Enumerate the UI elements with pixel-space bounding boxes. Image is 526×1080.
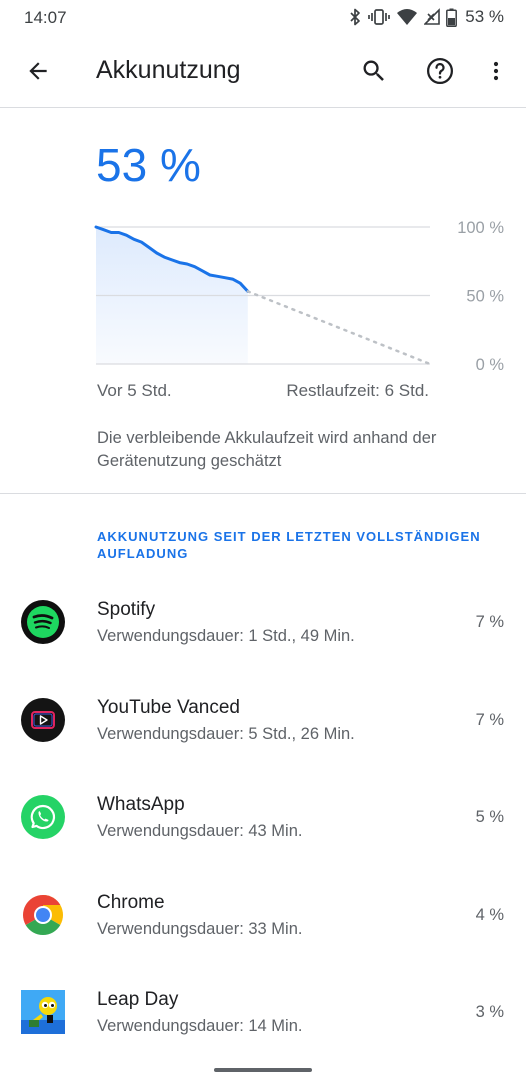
status-bar: 14:07 53 % [0, 0, 526, 34]
help-icon [427, 58, 453, 84]
chart-start-label: Vor 5 Std. [97, 381, 172, 400]
app-name: Leap Day [97, 989, 179, 1010]
spotify-icon [21, 600, 65, 644]
back-arrow-icon [29, 62, 47, 80]
app-usage-percent: 5 % [475, 808, 504, 826]
app-row-spotify[interactable]: Spotify Verwendungsdauer: 1 Std., 49 Min… [0, 574, 526, 672]
battery-usage-chart: 100 % 50 % 0 % [94, 219, 505, 374]
y-tick-label: 0 % [476, 356, 505, 374]
app-usage-percent: 7 % [475, 613, 504, 631]
status-icons: 53 % [348, 7, 504, 27]
battery-icon [446, 8, 458, 27]
search-icon [363, 60, 384, 81]
app-row-youtube-vanced[interactable]: YouTube Vanced Verwendungsdauer: 5 Std.,… [0, 672, 526, 770]
divider [0, 493, 526, 494]
chart-remaining-label: Restlaufzeit: 6 Std. [286, 381, 429, 400]
estimate-note: Die verbleibende Akkulaufzeit wird anhan… [97, 429, 437, 470]
back-button[interactable] [14, 47, 62, 95]
wifi-icon [397, 9, 418, 25]
app-row-chrome[interactable]: Chrome Verwendungsdauer: 33 Min. 4 % [0, 867, 526, 965]
more-vert-icon [493, 61, 499, 81]
app-usage-time: Verwendungsdauer: 14 Min. [97, 1017, 303, 1035]
status-battery-percent: 53 % [465, 7, 504, 26]
more-options-button[interactable] [472, 47, 520, 95]
app-usage-time: Verwendungsdauer: 1 Std., 49 Min. [97, 627, 355, 645]
page-title: Akkunutzung [96, 56, 241, 84]
no-signal-icon [424, 8, 441, 25]
app-name: Chrome [97, 891, 165, 913]
app-usage-time: Verwendungsdauer: 5 Std., 26 Min. [97, 724, 355, 743]
y-tick-label: 50 % [466, 288, 504, 306]
app-usage-percent: 4 % [475, 905, 504, 924]
battery-level: 53 % [96, 139, 201, 191]
app-usage-list: Spotify Verwendungsdauer: 1 Std., 49 Min… [0, 574, 526, 1062]
help-button[interactable] [416, 47, 464, 95]
gesture-navigation-bar[interactable] [214, 1068, 312, 1072]
app-row-whatsapp[interactable]: WhatsApp Verwendungsdauer: 43 Min. 5 % [0, 769, 526, 867]
app-name: Spotify [97, 599, 156, 620]
chrome-icon [21, 893, 65, 937]
app-usage-percent: 3 % [475, 1003, 504, 1021]
whatsapp-icon [21, 795, 65, 839]
app-usage-time: Verwendungsdauer: 33 Min. [97, 919, 303, 938]
section-header: Akkunutzung seit der letzten vollständig… [97, 529, 481, 561]
leap-day-icon [21, 990, 65, 1034]
app-bar: Akkunutzung [0, 34, 526, 108]
app-name: WhatsApp [97, 794, 185, 815]
projection-line [246, 290, 432, 366]
app-usage-percent: 7 % [475, 710, 504, 729]
app-row-leap-day[interactable]: Leap Day Verwendungsdauer: 14 Min. 3 % [0, 964, 526, 1062]
bluetooth-icon [350, 8, 361, 26]
search-button[interactable] [350, 47, 398, 95]
app-name: YouTube Vanced [97, 696, 240, 718]
y-tick-label: 100 % [457, 219, 504, 237]
vibrate-icon [368, 9, 391, 25]
status-time: 14:07 [24, 8, 67, 27]
app-usage-time: Verwendungsdauer: 43 Min. [97, 822, 303, 840]
youtube-vanced-icon [21, 697, 65, 742]
